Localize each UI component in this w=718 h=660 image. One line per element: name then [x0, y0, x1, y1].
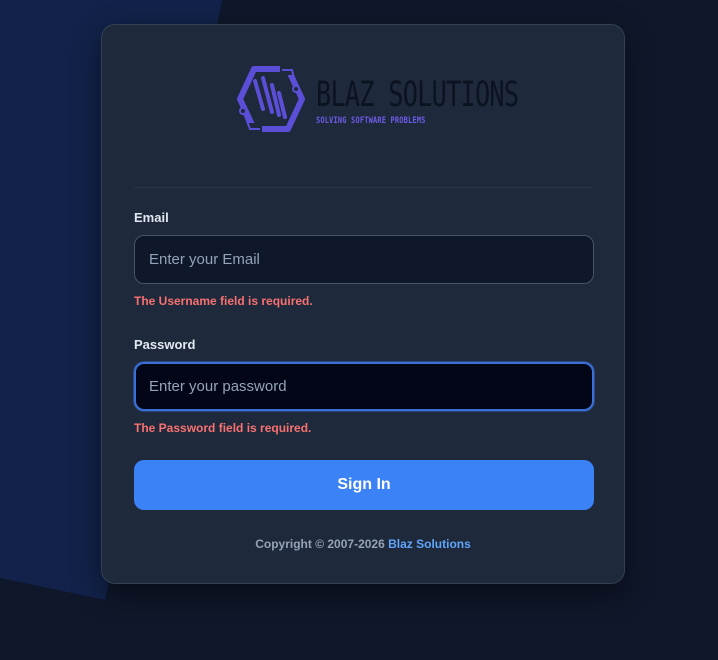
brand-tagline: SOLVING SOFTWARE PROBLEMS — [316, 116, 426, 126]
footer-copyright: Copyright © 2007-2026 Blaz Solutions — [102, 537, 624, 551]
copyright-text: Copyright © 2007-2026 — [255, 537, 385, 551]
email-label: Email — [134, 210, 169, 225]
brand-logo: BLAZ SOLUTIONS SOLVING SOFTWARE PROBLEMS — [232, 65, 519, 135]
email-error-message: The Username field is required. — [134, 294, 313, 308]
password-error-message: The Password field is required. — [134, 421, 312, 435]
header-divider — [134, 187, 593, 188]
company-link[interactable]: Blaz Solutions — [388, 537, 471, 551]
brand-name: BLAZ SOLUTIONS — [316, 75, 519, 115]
email-input[interactable] — [134, 235, 594, 284]
sign-in-button[interactable]: Sign In — [134, 460, 594, 510]
hexagon-bars-logo-icon — [237, 65, 305, 133]
login-card: BLAZ SOLUTIONS SOLVING SOFTWARE PROBLEMS… — [101, 24, 625, 584]
password-label: Password — [134, 337, 196, 352]
password-input[interactable] — [134, 362, 594, 411]
